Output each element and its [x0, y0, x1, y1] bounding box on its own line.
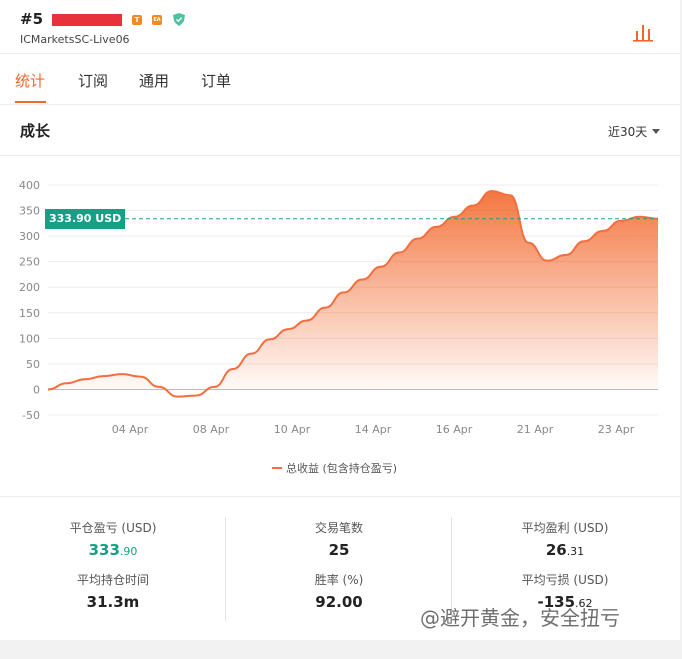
period-label: 近30天: [608, 125, 648, 139]
stat-value: 31.3m: [86, 593, 140, 611]
chart-legend[interactable]: 总收益 (包含持仓盈亏): [272, 460, 397, 476]
stat-avg-hold: 平均持仓时间 31.3m: [0, 571, 226, 611]
redacted-account-name: [52, 14, 122, 26]
period-dropdown[interactable]: 近30天: [608, 123, 661, 140]
y-tick-label: 250: [19, 256, 40, 269]
stat-value: 25: [328, 541, 350, 559]
stat-value: 333.90: [0, 541, 226, 559]
series-area: [48, 191, 658, 397]
account-number: #5: [20, 10, 44, 28]
x-tick-label: 21 Apr: [517, 423, 554, 436]
x-tick-label: 16 Apr: [436, 423, 473, 436]
x-tick-label: 08 Apr: [193, 423, 230, 436]
server-name: ICMarketsSC-Live06: [20, 33, 130, 46]
tab-subscribe[interactable]: 订阅: [78, 70, 108, 91]
y-tick-label: 300: [19, 230, 40, 243]
x-tick-label: 10 Apr: [274, 423, 311, 436]
x-tick-label: 14 Apr: [355, 423, 392, 436]
badge-t-icon: T: [132, 15, 142, 25]
badge-ea-icon: EA: [152, 15, 162, 25]
y-tick-label: 100: [19, 332, 40, 345]
y-tick-label: 0: [33, 383, 40, 396]
stat-label: 胜率 (%): [314, 573, 364, 587]
stat-value-int: 333: [88, 541, 120, 559]
stat-value-frac: .90: [119, 545, 138, 558]
stat-label: 平均盈利 (USD): [521, 521, 609, 535]
stat-value-int: 26: [545, 541, 567, 559]
bottom-strip: [0, 640, 682, 659]
growth-chart-svg: 400 350 300 250 200 150 100 50 0 -50 04 Apr 08 Apr 1…: [19, 179, 659, 436]
stat-label: 交易笔数: [314, 521, 363, 535]
growth-chart: 400 350 300 250 200 150 100 50 0 -50 04 Apr 08 Apr 1…: [0, 160, 680, 490]
x-tick-label: 04 Apr: [112, 423, 149, 436]
stat-label: 平均持仓时间: [76, 573, 149, 587]
legend-series-name: 总收益 (包含持仓盈亏): [286, 462, 398, 475]
account-card: #5 T EA ICMarketsSC-Live06 统计 订阅 通用 订单 成…: [0, 0, 680, 640]
growth-section-header: 成长 近30天: [0, 106, 680, 156]
legend-line-swatch: [272, 467, 282, 469]
y-tick-label: 400: [19, 179, 40, 192]
stat-value-frac: .31: [566, 545, 585, 558]
stat-trades: 交易笔数 25: [226, 519, 452, 559]
caret-down-icon: [652, 129, 661, 134]
stat-avg-profit: 平均盈利 (USD) 26.31: [452, 519, 678, 559]
tab-orders[interactable]: 订单: [201, 70, 231, 91]
y-tick-label: 350: [19, 205, 40, 218]
y-tick-label: 50: [26, 358, 40, 371]
tab-general[interactable]: 通用: [139, 70, 169, 91]
stats-col-pnl: 平仓盈亏 (USD) 333.90 平均持仓时间 31.3m: [0, 497, 226, 641]
growth-title: 成长: [20, 122, 51, 140]
x-tick-label: 23 Apr: [598, 423, 635, 436]
y-tick-label: 150: [19, 307, 40, 320]
stat-value: 26.31: [452, 541, 678, 559]
bar-chart-icon[interactable]: [632, 22, 654, 42]
stat-closed-pnl: 平仓盈亏 (USD) 333.90: [0, 519, 226, 559]
reference-price-tag: 333.90 USD: [45, 208, 126, 229]
verified-shield-icon: [173, 13, 185, 26]
account-header: #5 T EA ICMarketsSC-Live06: [0, 0, 680, 54]
stats-col-trades: 交易笔数 25 胜率 (%) 92.00: [226, 497, 452, 641]
stat-label: 平仓盈亏 (USD): [69, 521, 157, 535]
watermark-text: @避开黄金，安全扭亏: [420, 606, 620, 630]
y-tick-label: 200: [19, 281, 40, 294]
stat-value: 92.00: [315, 593, 363, 611]
tab-stats[interactable]: 统计: [15, 70, 45, 91]
y-tick-label: -50: [22, 409, 40, 422]
stat-label: 平均亏损 (USD): [521, 573, 609, 587]
stat-win-rate: 胜率 (%) 92.00: [226, 571, 452, 611]
active-tab-indicator: [15, 101, 46, 103]
tab-bar: 统计 订阅 通用 订单: [0, 55, 680, 105]
